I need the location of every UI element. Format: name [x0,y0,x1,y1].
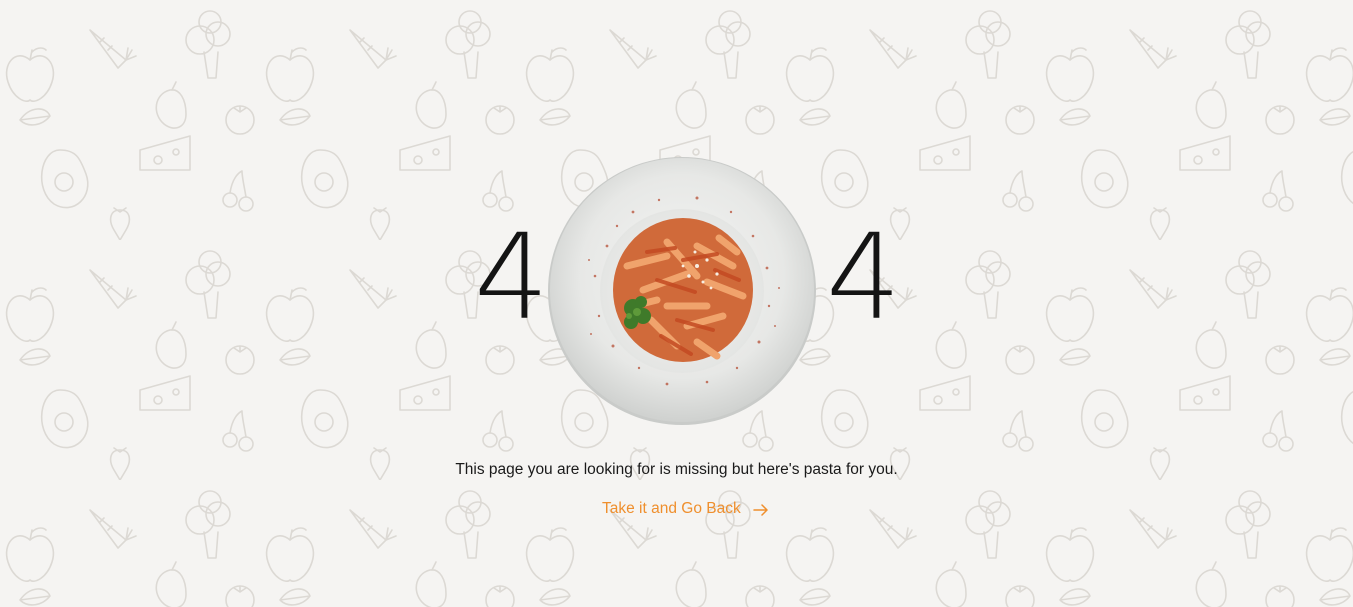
error-404-section: 4 4 This page you are looking for is mis… [0,0,1353,607]
arrow-right-icon [752,503,769,516]
go-back-link[interactable]: Take it and Go Back [602,500,769,518]
error-message: This page you are looking for is missing… [455,461,898,478]
error-digit-left: 4 [474,208,550,346]
pasta-plate-image [547,156,817,426]
error-digit-right: 4 [826,208,902,346]
go-back-link-label: Take it and Go Back [602,500,741,517]
